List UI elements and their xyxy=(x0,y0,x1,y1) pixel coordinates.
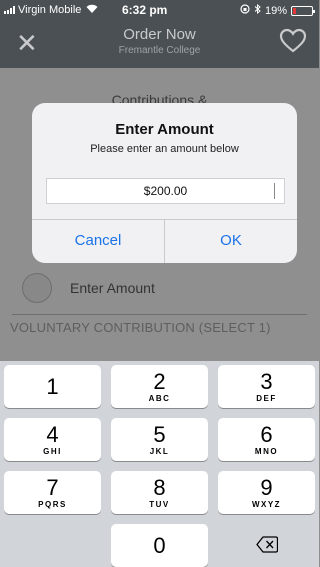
battery-percent: 19% xyxy=(264,4,287,17)
status-right: 19% xyxy=(240,3,315,17)
numeric-keypad: 1 2 ABC 3 DEF 4 GHI 5 JKL 6 MNO 7 PQRS 8… xyxy=(0,361,319,567)
text-caret xyxy=(274,183,275,199)
nav-bar: ✕ Order Now Fremantle College xyxy=(0,20,319,68)
page-title: Order Now xyxy=(123,26,196,43)
key-letters: GHI xyxy=(43,447,62,456)
bluetooth-icon xyxy=(254,3,261,17)
radio-button[interactable] xyxy=(22,273,52,303)
backspace-icon xyxy=(256,536,279,558)
key-2[interactable]: 2 ABC xyxy=(111,365,208,408)
wifi-icon xyxy=(86,4,98,16)
status-time: 6:32 pm xyxy=(122,3,168,17)
key-letters: DEF xyxy=(256,394,277,403)
voluntary-contribution-heading: VOLUNTARY CONTRIBUTION (SELECT 1) xyxy=(10,320,271,335)
page-subtitle: Fremantle College xyxy=(118,45,201,56)
rotation-lock-icon xyxy=(240,4,250,17)
enter-amount-option[interactable]: Enter Amount xyxy=(22,273,155,303)
key-digit: 9 xyxy=(260,475,273,500)
key-digit: 7 xyxy=(46,475,59,500)
key-digit: 0 xyxy=(153,533,166,558)
amount-input[interactable] xyxy=(46,178,285,204)
divider xyxy=(12,314,307,315)
ok-button[interactable]: OK xyxy=(165,219,297,263)
key-1[interactable]: 1 xyxy=(4,365,101,408)
status-bar: Virgin Mobile 6:32 pm 19% xyxy=(0,0,319,20)
key-letters: PQRS xyxy=(38,500,67,509)
battery-icon xyxy=(291,5,315,16)
backspace-key[interactable] xyxy=(218,524,315,567)
heart-outline-icon[interactable] xyxy=(279,28,307,54)
key-letters: TUV xyxy=(149,500,170,509)
key-6[interactable]: 6 MNO xyxy=(218,418,315,461)
key-9[interactable]: 9 WXYZ xyxy=(218,471,315,514)
key-0[interactable]: 0 xyxy=(111,524,208,567)
key-7[interactable]: 7 PQRS xyxy=(4,471,101,514)
key-digit: 2 xyxy=(153,369,166,394)
battery-level xyxy=(293,7,297,14)
key-digit: 8 xyxy=(153,475,166,500)
enter-amount-label: Enter Amount xyxy=(70,280,155,296)
key-3[interactable]: 3 DEF xyxy=(218,365,315,408)
key-digit: 3 xyxy=(260,369,273,394)
key-letters: MNO xyxy=(254,447,279,456)
key-letters: WXYZ xyxy=(251,500,282,509)
key-4[interactable]: 4 GHI xyxy=(4,418,101,461)
dialog-title: Enter Amount xyxy=(115,121,214,138)
key-8[interactable]: 8 TUV xyxy=(111,471,208,514)
key-digit: 4 xyxy=(46,422,59,447)
key-5[interactable]: 5 JKL xyxy=(111,418,208,461)
dialog-message: Please enter an amount below xyxy=(90,143,239,155)
key-letters: ABC xyxy=(148,394,171,403)
key-digit: 1 xyxy=(46,374,59,399)
carrier-name: Virgin Mobile xyxy=(18,4,82,16)
key-digit: 5 xyxy=(153,422,166,447)
signal-icon xyxy=(4,6,15,14)
status-left: Virgin Mobile xyxy=(4,4,98,16)
enter-amount-dialog: Enter Amount Please enter an amount belo… xyxy=(32,103,297,263)
key-digit: 6 xyxy=(260,422,273,447)
key-letters: JKL xyxy=(149,447,170,456)
cancel-button[interactable]: Cancel xyxy=(32,219,164,263)
